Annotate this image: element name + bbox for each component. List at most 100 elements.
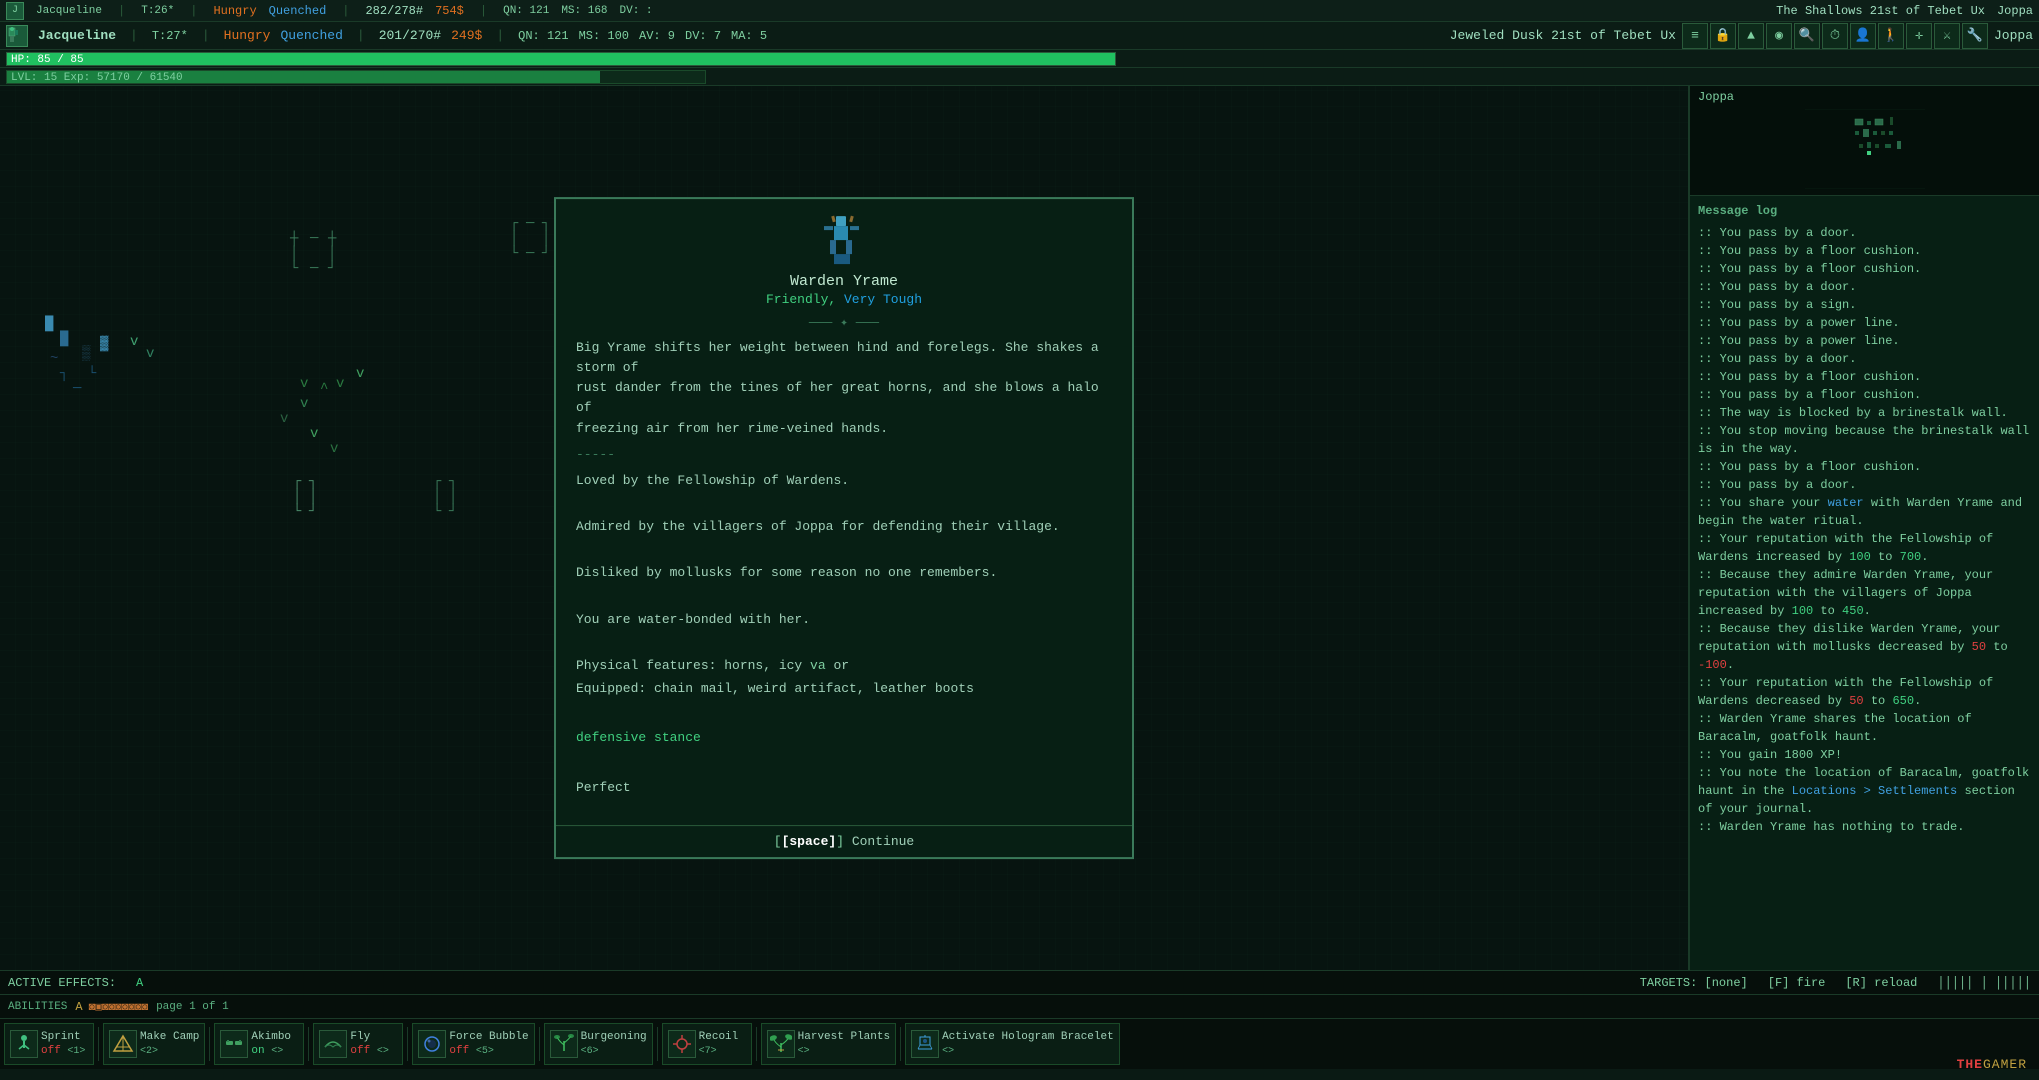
msg-21: :: You gain 1800 XP! — [1698, 746, 2031, 764]
msg-20: :: Warden Yrame shares the location of B… — [1698, 710, 2031, 746]
recoil-icon — [668, 1030, 696, 1058]
npc-status: Friendly, Very Tough — [576, 292, 1112, 307]
dialog-window: Warden Yrame Friendly, Very Tough ——— ✦ … — [554, 197, 1134, 859]
harvestplants-label: Harvest Plants — [798, 1030, 890, 1044]
cross-icon[interactable]: ✛ — [1906, 23, 1932, 49]
abilities-a: A — [75, 1000, 82, 1014]
tool-icon[interactable]: 🔧 — [1962, 23, 1988, 49]
dv-top: DV: : — [620, 5, 653, 17]
hotbar-akimbo[interactable]: Akimbo on <> — [214, 1023, 304, 1065]
hp-top: 282/278# — [365, 4, 423, 18]
recoil-key: <7> — [699, 1046, 717, 1057]
recoil-label: Recoil — [699, 1030, 739, 1044]
sprint-label: Sprint — [41, 1030, 85, 1044]
hotbar-burgeoning[interactable]: Burgeoning <6> — [544, 1023, 653, 1065]
npc-sprite — [819, 215, 869, 265]
status-line: ACTIVE EFFECTS: A TARGETS: [none] [F] fi… — [0, 971, 2039, 995]
message-log-header: Message log — [1698, 202, 2031, 220]
ms-stats: MS: 100 — [579, 29, 629, 43]
active-effects-label: ACTIVE EFFECTS: — [8, 976, 116, 990]
search-icon[interactable]: 🔍 — [1794, 23, 1820, 49]
ms-top: MS: 168 — [561, 5, 607, 17]
person-icon[interactable]: 👤 — [1850, 23, 1876, 49]
msg-11: :: The way is blocked by a brinestalk wa… — [1698, 404, 2031, 422]
hotbar-recoil[interactable]: Recoil <7> — [662, 1023, 752, 1065]
dialog-separator: ——— ✦ ——— — [576, 315, 1112, 330]
makecamp-key: <2> — [140, 1046, 158, 1057]
forcebubble-label: Force Bubble — [449, 1030, 528, 1044]
game-viewport[interactable]: █ █ ▓ ▒ ~ v v v ^ v v v v v v ┐ ─ └ ┼ ─ … — [0, 86, 1689, 970]
hp-bar-fill — [7, 53, 1115, 65]
hotbar-sprint[interactable]: Sprint off <1> — [4, 1023, 94, 1065]
clock-icon[interactable]: ⏱ — [1822, 23, 1848, 49]
msg-16: :: Your reputation with the Fellowship o… — [1698, 530, 2031, 566]
akimbo-key: <> — [271, 1046, 283, 1057]
main-area: █ █ ▓ ▒ ~ v v v ^ v v v v v v ┐ ─ └ ┼ ─ … — [0, 86, 2039, 970]
hotbar-sep-3 — [308, 1027, 309, 1061]
fire-key[interactable]: [F] fire — [1768, 976, 1826, 990]
msg-3: :: You pass by a floor cushion. — [1698, 260, 2031, 278]
dv-stats: DV: 7 — [685, 29, 721, 43]
char-name-top: Jacqueline — [36, 5, 102, 17]
msg-17: :: Because they admire Warden Yrame, you… — [1698, 566, 2031, 620]
burgeoning-icon — [550, 1030, 578, 1058]
hotbar-hologram[interactable]: Activate Hologram Bracelet <> — [905, 1023, 1120, 1065]
sprint-key: <1> — [67, 1046, 85, 1057]
akimbo-label: Akimbo — [251, 1030, 291, 1044]
dialog-perfect: Perfect — [576, 778, 1112, 798]
mini-map: Joppa — [1690, 86, 2039, 196]
status-tough: Very Tough — [844, 292, 922, 307]
hotbar-sep-8 — [900, 1027, 901, 1061]
hotbar-forcebubble[interactable]: Force Bubble off <5> — [412, 1023, 534, 1065]
fly-icon — [319, 1030, 347, 1058]
msg-6: :: You pass by a power line. — [1698, 314, 2031, 332]
forcebubble-state: off — [449, 1045, 469, 1057]
abilities-bar: ABILITIES A ◙▣◙◙◙◙◙◙◙ page 1 of 1 — [0, 995, 2039, 1019]
continue-button[interactable]: [[space]] Continue — [774, 834, 914, 849]
dialog-equipped: Equipped: chain mail, weird artifact, le… — [576, 679, 1112, 699]
sword-icon[interactable]: ⚔ — [1934, 23, 1960, 49]
reload-key[interactable]: [R] reload — [1845, 976, 1917, 990]
msg-22: :: You note the location of Baracalm, go… — [1698, 764, 2031, 818]
shield-icon[interactable]: ▲ — [1738, 23, 1764, 49]
hotbar-sep-6 — [657, 1027, 658, 1061]
dialog-water-bond: You are water-bonded with her. — [576, 610, 1112, 630]
fly-key: <> — [377, 1046, 389, 1057]
msg-5: :: You pass by a sign. — [1698, 296, 2031, 314]
quenched-top: Quenched — [269, 4, 327, 18]
dialog-trait1: Loved by the Fellowship of Wardens. — [576, 471, 1112, 491]
qn-top: QN: 121 — [503, 5, 549, 17]
dialog-trait3: Disliked by mollusks for some reason no … — [576, 564, 1112, 584]
msg-14: :: You pass by a door. — [1698, 476, 2031, 494]
dialog-trait2: Admired by the villagers of Joppa for de… — [576, 517, 1112, 537]
forcebubble-icon — [418, 1030, 446, 1058]
dialog-description: Big Yrame shifts her weight between hind… — [576, 338, 1112, 439]
lock-icon[interactable]: 🔒 — [1710, 23, 1736, 49]
hotbar: Sprint off <1> Make Camp <2> — [0, 1019, 2039, 1069]
avatar — [6, 25, 28, 47]
msg-12: :: You stop moving because the brinestal… — [1698, 422, 2031, 458]
msg-2: :: You pass by a floor cushion. — [1698, 242, 2031, 260]
t-val-top: T:26* — [141, 5, 174, 17]
abilities-page: page 1 of 1 — [156, 1001, 229, 1013]
right-panel: Joppa — [1689, 86, 2039, 970]
walk-icon[interactable]: 🚶 — [1878, 23, 1904, 49]
quenched-stats: Quenched — [280, 28, 342, 43]
status-friendly: Friendly, — [766, 292, 836, 307]
menu-icon[interactable]: ≡ — [1682, 23, 1708, 49]
hologram-icon — [911, 1030, 939, 1058]
hotbar-fly[interactable]: Fly off <> — [313, 1023, 403, 1065]
qn-stats: QN: 121 — [518, 29, 568, 43]
message-log: Message log :: You pass by a door. :: Yo… — [1690, 196, 2039, 970]
harvestplants-icon — [767, 1030, 795, 1058]
abilities-icons: ◙▣◙◙◙◙◙◙◙ — [89, 1000, 148, 1014]
hotbar-harvestplants[interactable]: Harvest Plants <> — [761, 1023, 896, 1065]
eye-icon[interactable]: ◉ — [1766, 23, 1792, 49]
hotbar-makecamp[interactable]: Make Camp <2> — [103, 1023, 205, 1065]
dialog-stance: defensive stance — [576, 728, 1112, 748]
hp-bar-container: HP: 85 / 85 — [0, 50, 2039, 68]
avatar-small: J — [6, 2, 24, 20]
sprint-state: off — [41, 1045, 61, 1057]
top-bar: J Jacqueline | T:26* | Hungry Quenched |… — [0, 0, 2039, 22]
hotbar-sep-1 — [98, 1027, 99, 1061]
